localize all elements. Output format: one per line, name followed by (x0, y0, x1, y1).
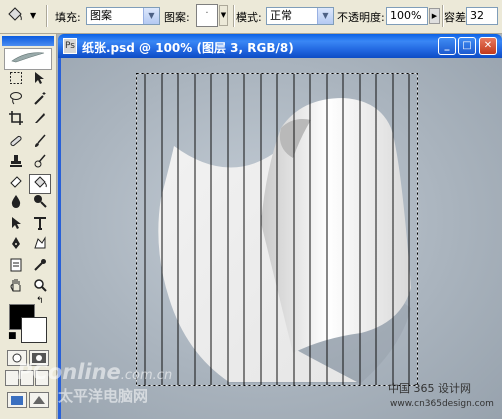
fill-select[interactable]: 图案 ▼ (86, 7, 160, 25)
fill-label: 填充: (55, 11, 81, 24)
jump-to-button[interactable] (29, 392, 49, 408)
pattern-label: 图案: (164, 11, 190, 24)
feather-logo-icon[interactable] (4, 48, 52, 70)
pen-icon[interactable] (5, 236, 27, 256)
crop-icon[interactable] (5, 111, 27, 131)
zoom-icon[interactable] (29, 278, 51, 298)
blur-icon[interactable] (5, 194, 27, 214)
document-titlebar[interactable]: Ps 纸张.psd @ 100% (图层 3, RGB/8) _ □ ✕ (58, 34, 502, 58)
tolerance-input[interactable]: 32 (466, 7, 498, 25)
hand-icon[interactable] (5, 278, 27, 298)
history-brush-icon[interactable] (29, 154, 51, 174)
slice-icon[interactable] (29, 111, 51, 131)
opacity-slider-button[interactable]: ▶ (429, 8, 440, 24)
fill-select-value: 图案 (90, 9, 112, 22)
paint-bucket-icon (6, 6, 24, 28)
paint-bucket-icon[interactable] (29, 174, 51, 194)
chevron-down-icon: ▼ (30, 11, 37, 20)
pattern-picker-button[interactable]: ▼ (219, 5, 228, 26)
eyedropper-icon[interactable] (29, 258, 51, 278)
move-icon[interactable] (29, 71, 51, 91)
magic-wand-icon[interactable] (29, 91, 51, 111)
toolbox-titlebar[interactable] (2, 36, 54, 46)
lasso-icon[interactable] (5, 91, 27, 111)
background-color-swatch[interactable] (21, 317, 47, 343)
clone-stamp-icon[interactable] (5, 154, 27, 174)
opacity-label: 不透明度: (337, 11, 385, 24)
document-title: 纸张.psd @ 100% (图层 3, RGB/8) (82, 41, 294, 55)
dodge-icon[interactable] (29, 194, 51, 214)
minimize-button[interactable]: _ (438, 37, 456, 55)
chevron-down-icon: ▼ (317, 8, 333, 24)
mode-select-value: 正常 (270, 9, 292, 22)
watermark-site-url: www.cn365design.com (390, 399, 494, 409)
mode-label: 模式: (236, 11, 262, 24)
maximize-button[interactable]: □ (458, 37, 476, 55)
swap-colors-icon[interactable]: ↰ (36, 296, 44, 306)
watermark-pconline: PConline.com.cn (17, 360, 173, 384)
options-bar: ▼ 填充: 图案 ▼ 图案: · ▼ 模式: 正常 ▼ 不透明度: 100% ▶… (0, 0, 502, 34)
marquee-icon[interactable] (5, 71, 27, 91)
divider (233, 5, 235, 27)
divider (46, 5, 48, 27)
path-selection-icon[interactable] (5, 216, 27, 236)
notes-icon[interactable] (5, 258, 27, 278)
chevron-down-icon: ▼ (143, 8, 159, 24)
watermark-pconline-cn: 太平洋电脑网 (58, 387, 149, 405)
mode-select[interactable]: 正常 ▼ (266, 7, 334, 25)
jump-to-imageready-button[interactable] (7, 392, 27, 408)
document-icon: Ps (63, 38, 77, 54)
type-icon[interactable] (29, 216, 51, 236)
healing-brush-icon[interactable] (5, 134, 27, 154)
watermark-site-cn: 中国 365 设计网 (388, 382, 471, 395)
custom-shape-icon[interactable] (29, 236, 51, 256)
eraser-icon[interactable] (5, 174, 27, 194)
brush-icon[interactable] (29, 134, 51, 154)
opacity-input[interactable]: 100% (386, 7, 428, 25)
pattern-swatch[interactable]: · (196, 4, 218, 27)
close-button[interactable]: ✕ (479, 37, 497, 55)
tool-preset-picker[interactable]: ▼ (2, 3, 42, 29)
default-colors-icon[interactable]: ■ (8, 331, 17, 341)
